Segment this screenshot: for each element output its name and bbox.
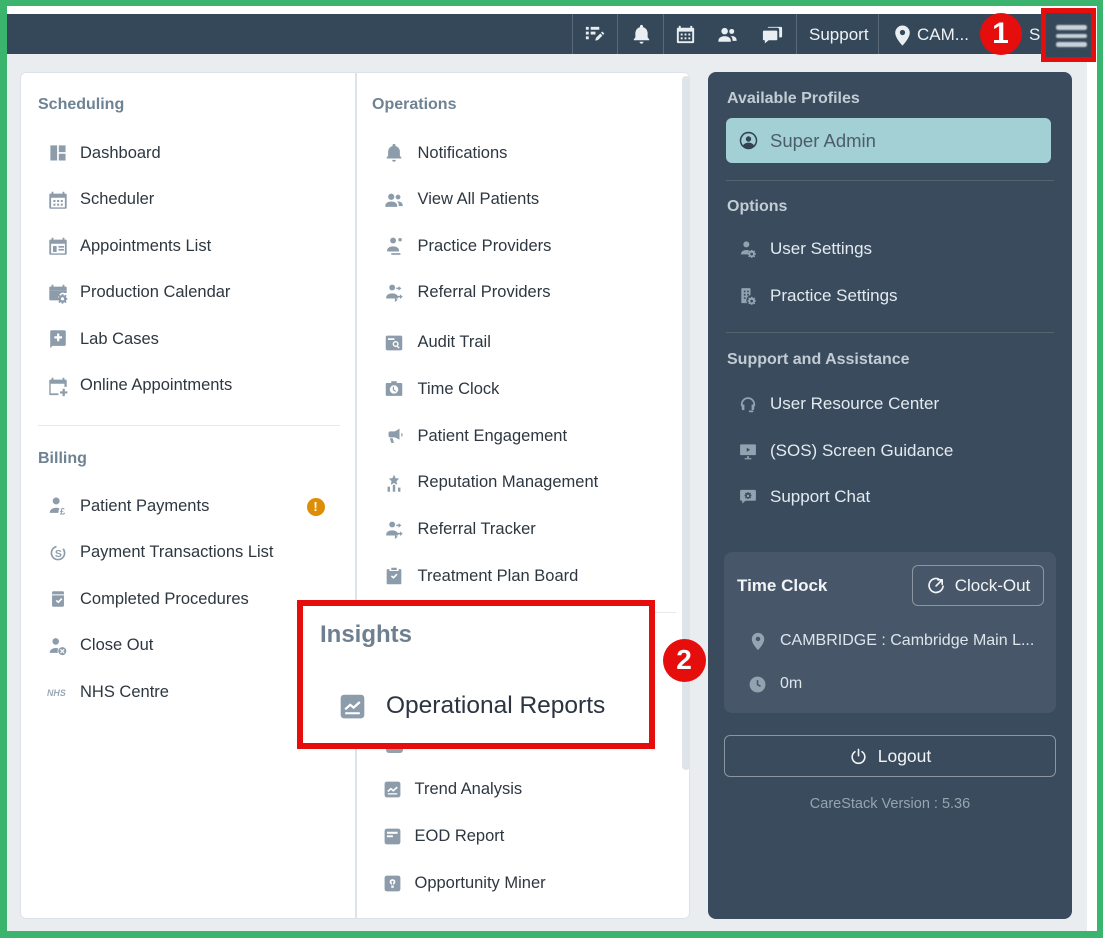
svg-text:NHS: NHS [47,688,66,698]
svg-text:£: £ [60,507,65,517]
svg-text:S: S [54,547,61,559]
